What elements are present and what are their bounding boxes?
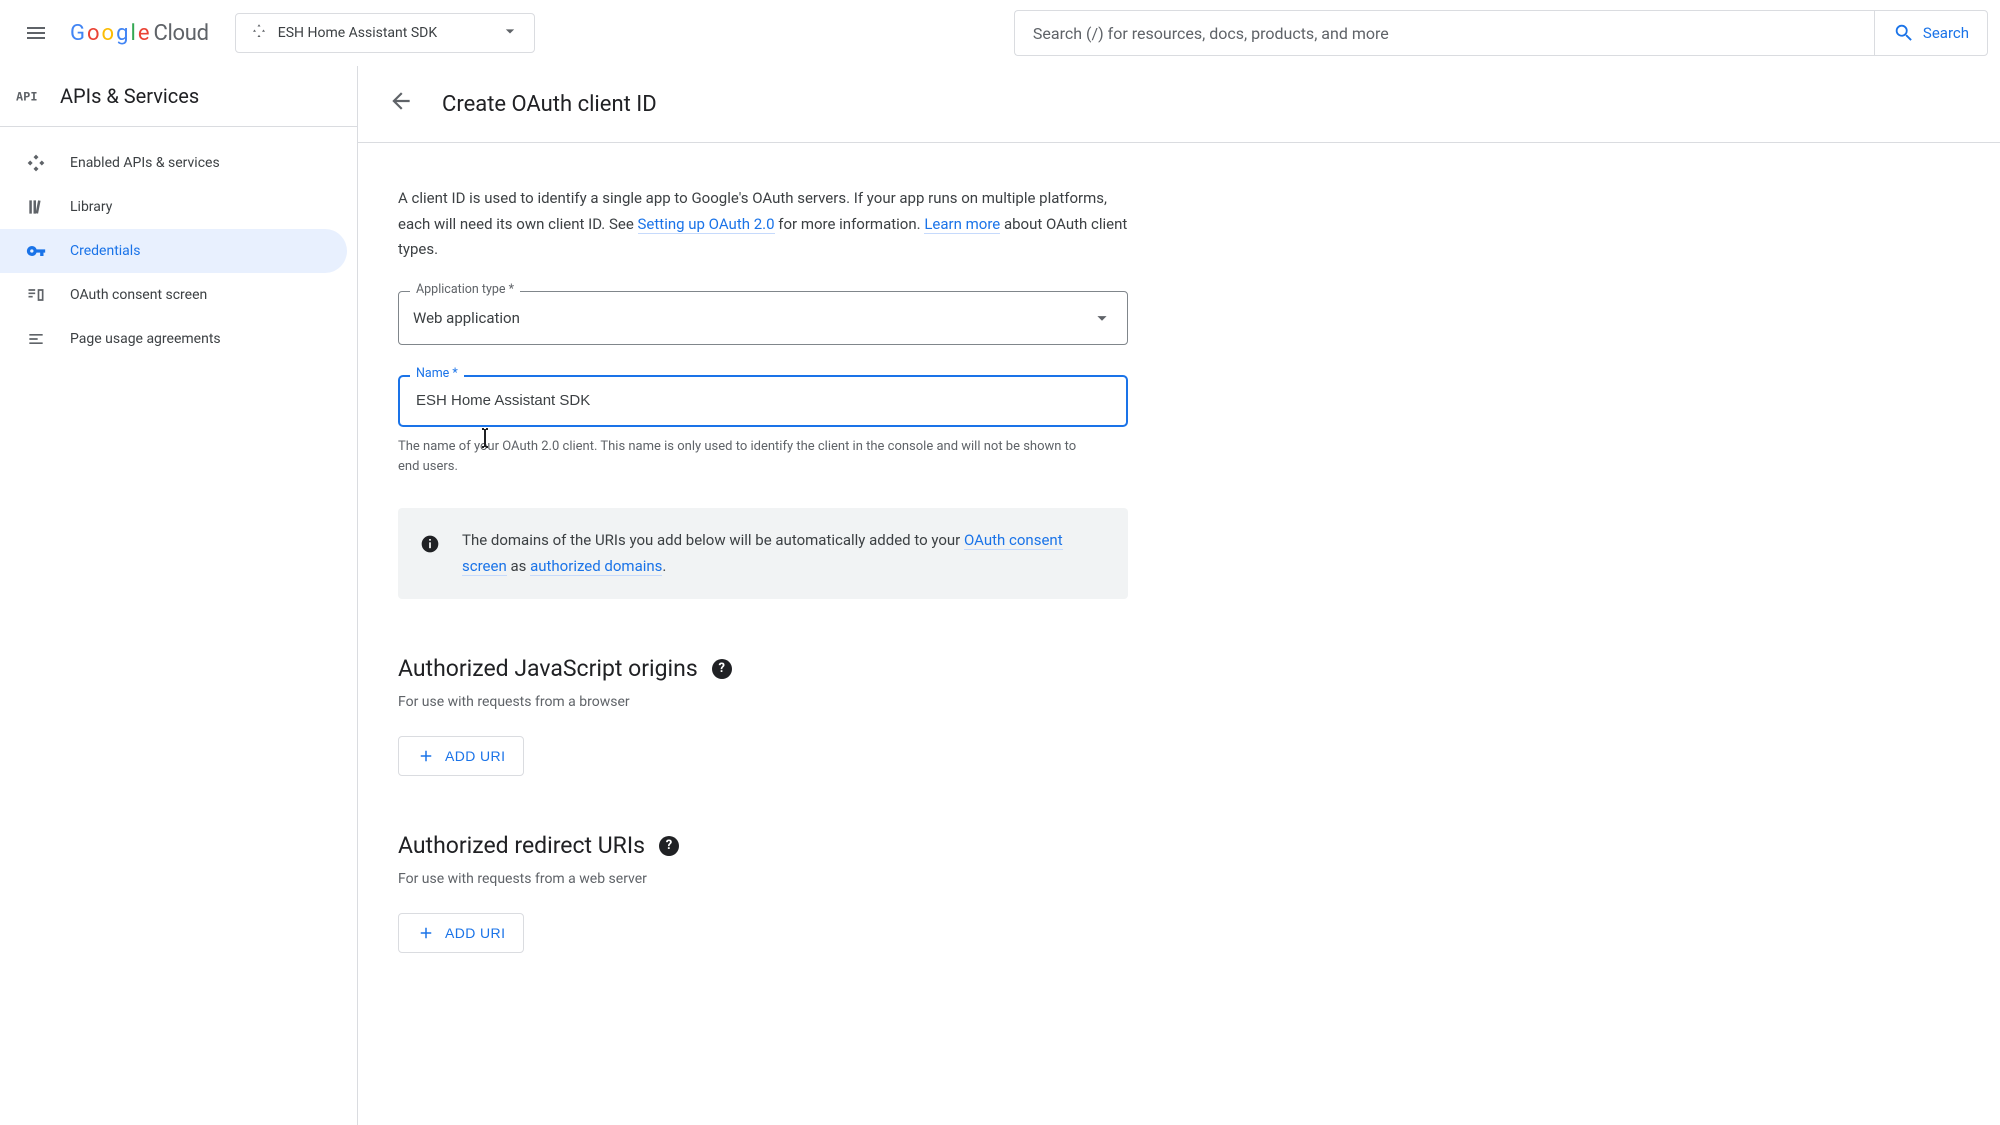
top-bar: Google Cloud ESH Home Assistant SDK Sear… (0, 0, 2000, 66)
name-input[interactable] (414, 391, 1112, 410)
js-origins-sub: For use with requests from a browser (398, 694, 1518, 710)
application-type-label: Application type * (410, 282, 520, 297)
key-icon (26, 241, 46, 261)
plus-icon (417, 924, 435, 942)
hamburger-menu-button[interactable] (12, 9, 60, 57)
add-uri-label: ADD URI (445, 925, 505, 941)
caret-down-icon (500, 21, 520, 45)
back-button[interactable] (388, 88, 414, 120)
redirect-uris-heading: Authorized redirect URIs ? (398, 832, 1518, 859)
main-shell: API APIs & Services Enabled APIs & servi… (0, 66, 2000, 1125)
info-icon (420, 534, 440, 554)
authorized-domains-link[interactable]: authorized domains (530, 557, 662, 576)
search-icon (1893, 22, 1915, 44)
intro-text: A client ID is used to identify a single… (398, 186, 1128, 263)
library-icon (26, 197, 46, 217)
js-origins-heading: Authorized JavaScript origins ? (398, 655, 1518, 682)
sidebar-item-credentials[interactable]: Credentials (0, 229, 347, 273)
main-content: Create OAuth client ID A client ID is us… (358, 66, 2000, 1125)
redirect-uris-section: Authorized redirect URIs ? For use with … (398, 832, 1518, 953)
sidebar-item-label: OAuth consent screen (70, 287, 207, 303)
svg-text:API: API (16, 89, 38, 103)
redirect-uris-sub: For use with requests from a web server (398, 871, 1518, 887)
search-input[interactable]: Search (/) for resources, docs, products… (1014, 10, 1874, 56)
consent-icon (26, 285, 46, 305)
sidebar-header[interactable]: API APIs & Services (0, 66, 357, 127)
sidebar-item-enabled-apis[interactable]: Enabled APIs & services (0, 141, 347, 185)
info-text: The domains of the URIs you add below wi… (462, 528, 1106, 579)
project-picker[interactable]: ESH Home Assistant SDK (235, 13, 535, 53)
sidebar-nav: Enabled APIs & services Library Credenti… (0, 127, 357, 361)
help-icon[interactable]: ? (659, 836, 679, 856)
search-button-label: Search (1923, 24, 1969, 42)
search-container: Search (/) for resources, docs, products… (998, 10, 1988, 56)
name-field: Name * The name of your OAuth 2.0 client… (398, 375, 1128, 479)
add-redirect-uri-button[interactable]: ADD URI (398, 913, 524, 953)
page-header: Create OAuth client ID (358, 66, 2000, 143)
application-type-select[interactable]: Web application (398, 291, 1128, 345)
application-type-field: Application type * Web application (398, 291, 1128, 345)
name-helper-text: The name of your OAuth 2.0 client. This … (398, 437, 1078, 479)
sidebar-item-label: Credentials (70, 243, 140, 259)
learn-more-link[interactable]: Learn more (924, 215, 1000, 234)
application-type-value: Web application (413, 309, 520, 327)
sidebar-item-label: Enabled APIs & services (70, 155, 220, 171)
agreements-icon (26, 329, 46, 349)
js-origins-section: Authorized JavaScript origins ? For use … (398, 655, 1518, 776)
sidebar-item-oauth-consent[interactable]: OAuth consent screen (0, 273, 347, 317)
form-content: A client ID is used to identify a single… (358, 143, 1558, 981)
google-cloud-logo[interactable]: Google Cloud (70, 21, 225, 46)
back-arrow-icon (388, 88, 414, 114)
sidebar-title: APIs & Services (60, 84, 199, 108)
logo-word: Cloud (153, 21, 208, 46)
api-icon: API (16, 85, 42, 107)
search-placeholder: Search (/) for resources, docs, products… (1033, 24, 1389, 43)
hamburger-icon (24, 21, 48, 45)
setup-oauth-link[interactable]: Setting up OAuth 2.0 (638, 215, 775, 234)
help-icon[interactable]: ? (712, 659, 732, 679)
sidebar: API APIs & Services Enabled APIs & servi… (0, 66, 358, 1125)
project-icon (250, 22, 268, 44)
sidebar-item-library[interactable]: Library (0, 185, 347, 229)
name-label: Name * (410, 366, 464, 381)
add-js-uri-button[interactable]: ADD URI (398, 736, 524, 776)
sidebar-item-label: Library (70, 199, 112, 215)
enabled-apis-icon (26, 153, 46, 173)
project-name: ESH Home Assistant SDK (278, 25, 437, 41)
info-box: The domains of the URIs you add below wi… (398, 508, 1128, 599)
sidebar-item-agreements[interactable]: Page usage agreements (0, 317, 347, 361)
sidebar-item-label: Page usage agreements (70, 331, 221, 347)
name-input-wrapper (398, 375, 1128, 427)
add-uri-label: ADD URI (445, 748, 505, 764)
page-title: Create OAuth client ID (442, 92, 657, 117)
dropdown-icon (1091, 307, 1113, 329)
search-button[interactable]: Search (1874, 10, 1988, 56)
plus-icon (417, 747, 435, 765)
